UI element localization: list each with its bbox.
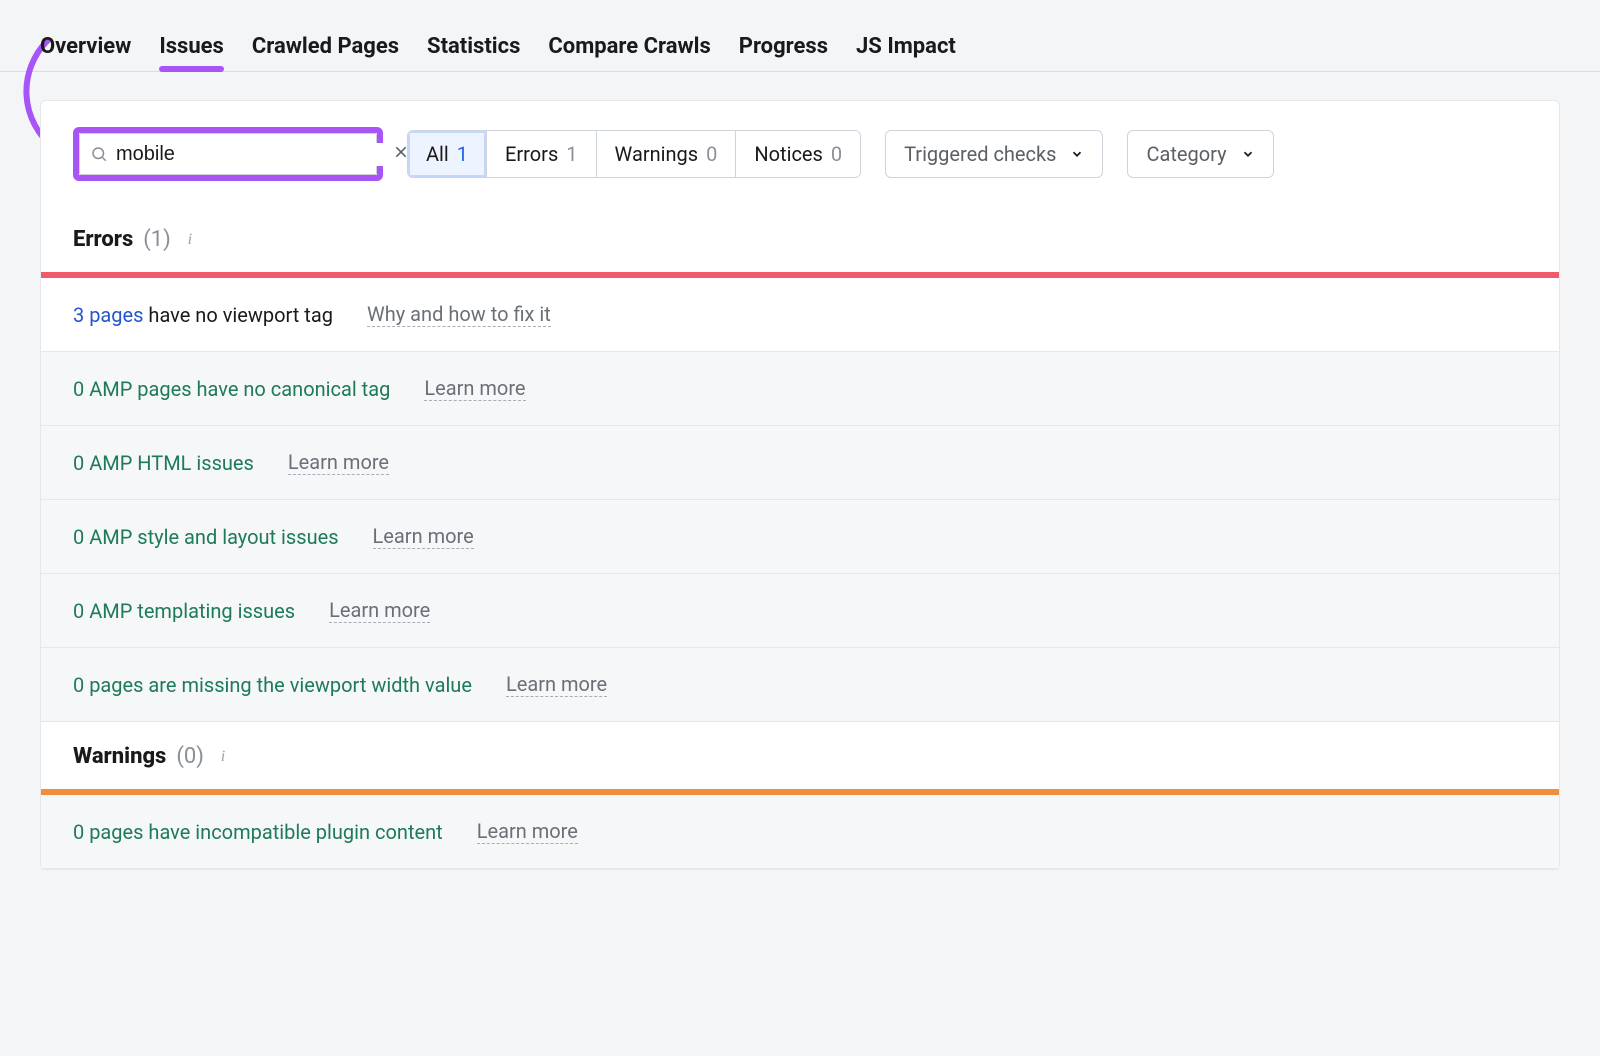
severity-filter: All 1 Errors 1 Warnings 0 Notices 0 — [407, 130, 861, 178]
filter-errors-label: Errors — [505, 142, 558, 166]
why-and-how-link[interactable]: Why and how to fix it — [367, 302, 551, 327]
warnings-count: (0) — [176, 744, 204, 769]
search-highlight — [73, 127, 383, 181]
errors-title: Errors — [73, 227, 133, 252]
filter-warnings-count: 0 — [706, 142, 717, 166]
tab-statistics[interactable]: Statistics — [427, 22, 520, 71]
filter-notices[interactable]: Notices 0 — [736, 131, 860, 177]
issue-row[interactable]: 0 pages have incompatible plugin content… — [41, 795, 1559, 869]
category-dropdown[interactable]: Category — [1127, 130, 1273, 178]
filter-notices-count: 0 — [831, 142, 842, 166]
learn-more-link[interactable]: Learn more — [477, 819, 578, 844]
issue-row[interactable]: 0 AMP HTML issues Learn more — [41, 426, 1559, 500]
issue-pages-link[interactable]: 3 pages — [73, 303, 143, 327]
issue-text: 0 pages have incompatible plugin content — [73, 820, 443, 844]
filter-errors[interactable]: Errors 1 — [487, 131, 596, 177]
tab-crawled-pages[interactable]: Crawled Pages — [252, 22, 399, 71]
issue-text: 0 AMP templating issues — [73, 599, 295, 623]
info-icon[interactable]: i — [181, 231, 199, 249]
clear-search-button[interactable] — [389, 139, 413, 170]
issue-row[interactable]: 3 pages have no viewport tag Why and how… — [41, 278, 1559, 352]
issue-text: 3 pages have no viewport tag — [73, 303, 333, 327]
tab-progress[interactable]: Progress — [739, 22, 828, 71]
learn-more-link[interactable]: Learn more — [373, 524, 474, 549]
chevron-down-icon — [1241, 147, 1255, 161]
filter-all[interactable]: All 1 — [408, 131, 487, 177]
issues-toolbar: All 1 Errors 1 Warnings 0 Notices 0 Trig… — [41, 101, 1559, 205]
filter-warnings-label: Warnings — [615, 142, 699, 166]
filter-all-label: All — [426, 142, 449, 166]
triggered-checks-dropdown[interactable]: Triggered checks — [885, 130, 1103, 178]
issue-text: 0 pages are missing the viewport width v… — [73, 673, 472, 697]
info-icon[interactable]: i — [214, 748, 232, 766]
tab-compare-crawls[interactable]: Compare Crawls — [548, 22, 710, 71]
issue-row[interactable]: 0 AMP templating issues Learn more — [41, 574, 1559, 648]
issue-row[interactable]: 0 AMP style and layout issues Learn more — [41, 500, 1559, 574]
issue-text: 0 AMP HTML issues — [73, 451, 254, 475]
chevron-down-icon — [1070, 147, 1084, 161]
issue-row[interactable]: 0 AMP pages have no canonical tag Learn … — [41, 352, 1559, 426]
search-input[interactable] — [108, 143, 389, 166]
errors-section-header: Errors (1) i — [41, 205, 1559, 272]
filter-notices-label: Notices — [754, 142, 822, 166]
learn-more-link[interactable]: Learn more — [424, 376, 525, 401]
close-icon — [393, 144, 409, 160]
warnings-section-header: Warnings (0) i — [41, 722, 1559, 789]
issue-text: 0 AMP pages have no canonical tag — [73, 377, 390, 401]
learn-more-link[interactable]: Learn more — [329, 598, 430, 623]
filter-warnings[interactable]: Warnings 0 — [597, 131, 737, 177]
triggered-checks-label: Triggered checks — [904, 142, 1056, 166]
filter-all-count: 1 — [457, 142, 468, 166]
tab-overview[interactable]: Overview — [40, 22, 131, 71]
errors-count: (1) — [143, 227, 171, 252]
learn-more-link[interactable]: Learn more — [506, 672, 607, 697]
warnings-title: Warnings — [73, 744, 166, 769]
issue-text: 0 AMP style and layout issues — [73, 525, 339, 549]
issue-row[interactable]: 0 pages are missing the viewport width v… — [41, 648, 1559, 722]
nav-tabs: Overview Issues Crawled Pages Statistics… — [0, 0, 1600, 72]
tab-js-impact[interactable]: JS Impact — [856, 22, 956, 71]
filter-errors-count: 1 — [566, 142, 577, 166]
category-label: Category — [1146, 142, 1226, 166]
search-icon — [90, 145, 108, 163]
learn-more-link[interactable]: Learn more — [288, 450, 389, 475]
issues-panel: All 1 Errors 1 Warnings 0 Notices 0 Trig… — [40, 100, 1560, 870]
tab-issues[interactable]: Issues — [159, 22, 224, 71]
